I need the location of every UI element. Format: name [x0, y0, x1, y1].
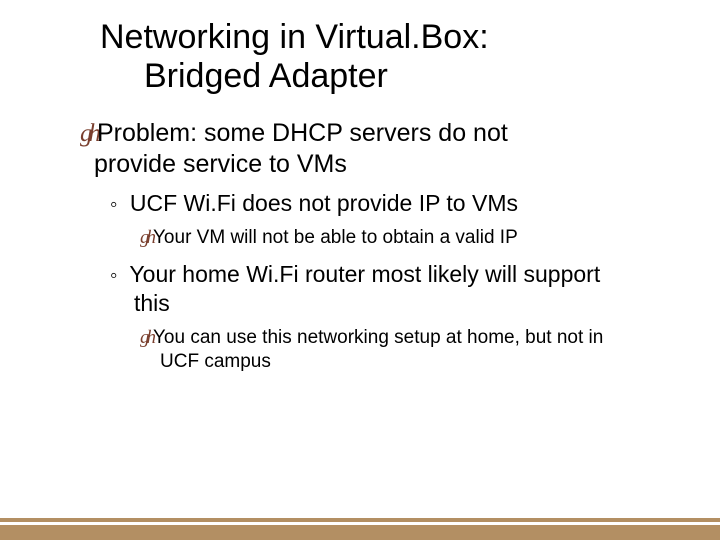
title-line-1: Networking in Virtual.Box: — [100, 18, 489, 56]
slide: Networking in Virtual.Box: Bridged Adapt… — [0, 0, 720, 540]
title-line-2: Bridged Adapter — [144, 57, 680, 96]
bullet-level-2: ◦ UCF Wi.Fi does not provide IP to VMs — [110, 189, 680, 218]
p3-text: Your VM will not be able to obtain a val… — [153, 227, 518, 248]
bullet-level-2: ◦ Your home Wi.Fi router most likely wil… — [110, 260, 680, 318]
p4-text-a: Your home Wi.Fi router most likely will … — [123, 261, 600, 287]
p1-text-b: provide service to VMs — [94, 149, 680, 179]
p4-text-b: this — [134, 289, 680, 318]
brand-stripe-thick — [0, 525, 720, 540]
circle-bullet-icon: ◦ — [110, 264, 117, 287]
swirl-bullet-icon: gh — [80, 120, 97, 147]
slide-title: Networking in Virtual.Box: Bridged Adapt… — [100, 18, 680, 96]
bullet-level-1: ghProblem: some DHCP servers do not prov… — [80, 118, 680, 179]
p5-text-b: UCF campus — [160, 350, 680, 374]
p5-text-a: You can use this networking setup at hom… — [153, 327, 603, 348]
bullet-level-3: ghYou can use this networking setup at h… — [140, 326, 680, 374]
circle-bullet-icon: ◦ — [110, 193, 117, 216]
swirl-bullet-icon: gh — [140, 327, 153, 348]
swirl-bullet-icon: gh — [140, 227, 153, 248]
brand-stripe-footer — [0, 518, 720, 540]
bullet-level-3: ghYour VM will not be able to obtain a v… — [140, 226, 680, 250]
p2-text: UCF Wi.Fi does not provide IP to VMs — [123, 190, 518, 216]
p1-text-a: Problem: some DHCP servers do not — [97, 119, 508, 147]
